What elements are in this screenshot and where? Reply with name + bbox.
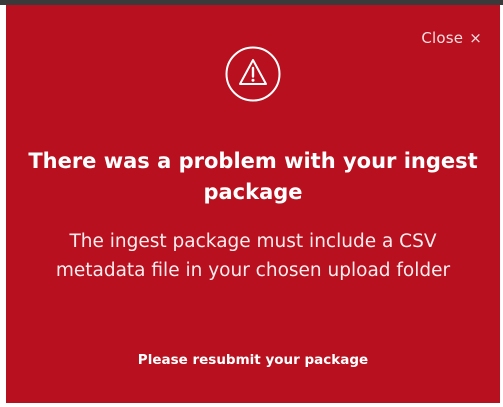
- dialog-message: The ingest package must include a CSV me…: [55, 231, 451, 281]
- screenshot-frame: Close × There was a problem with your in…: [0, 0, 503, 407]
- close-button-label: Close: [421, 29, 464, 47]
- error-dialog: Close × There was a problem with your in…: [6, 5, 500, 403]
- warning-triangle-icon: [224, 45, 282, 103]
- resubmit-note: Please resubmit your package: [137, 352, 369, 368]
- close-icon: ×: [469, 28, 482, 47]
- dialog-title: There was a problem with your ingest pac…: [28, 149, 478, 204]
- close-button[interactable]: Close ×: [421, 29, 482, 47]
